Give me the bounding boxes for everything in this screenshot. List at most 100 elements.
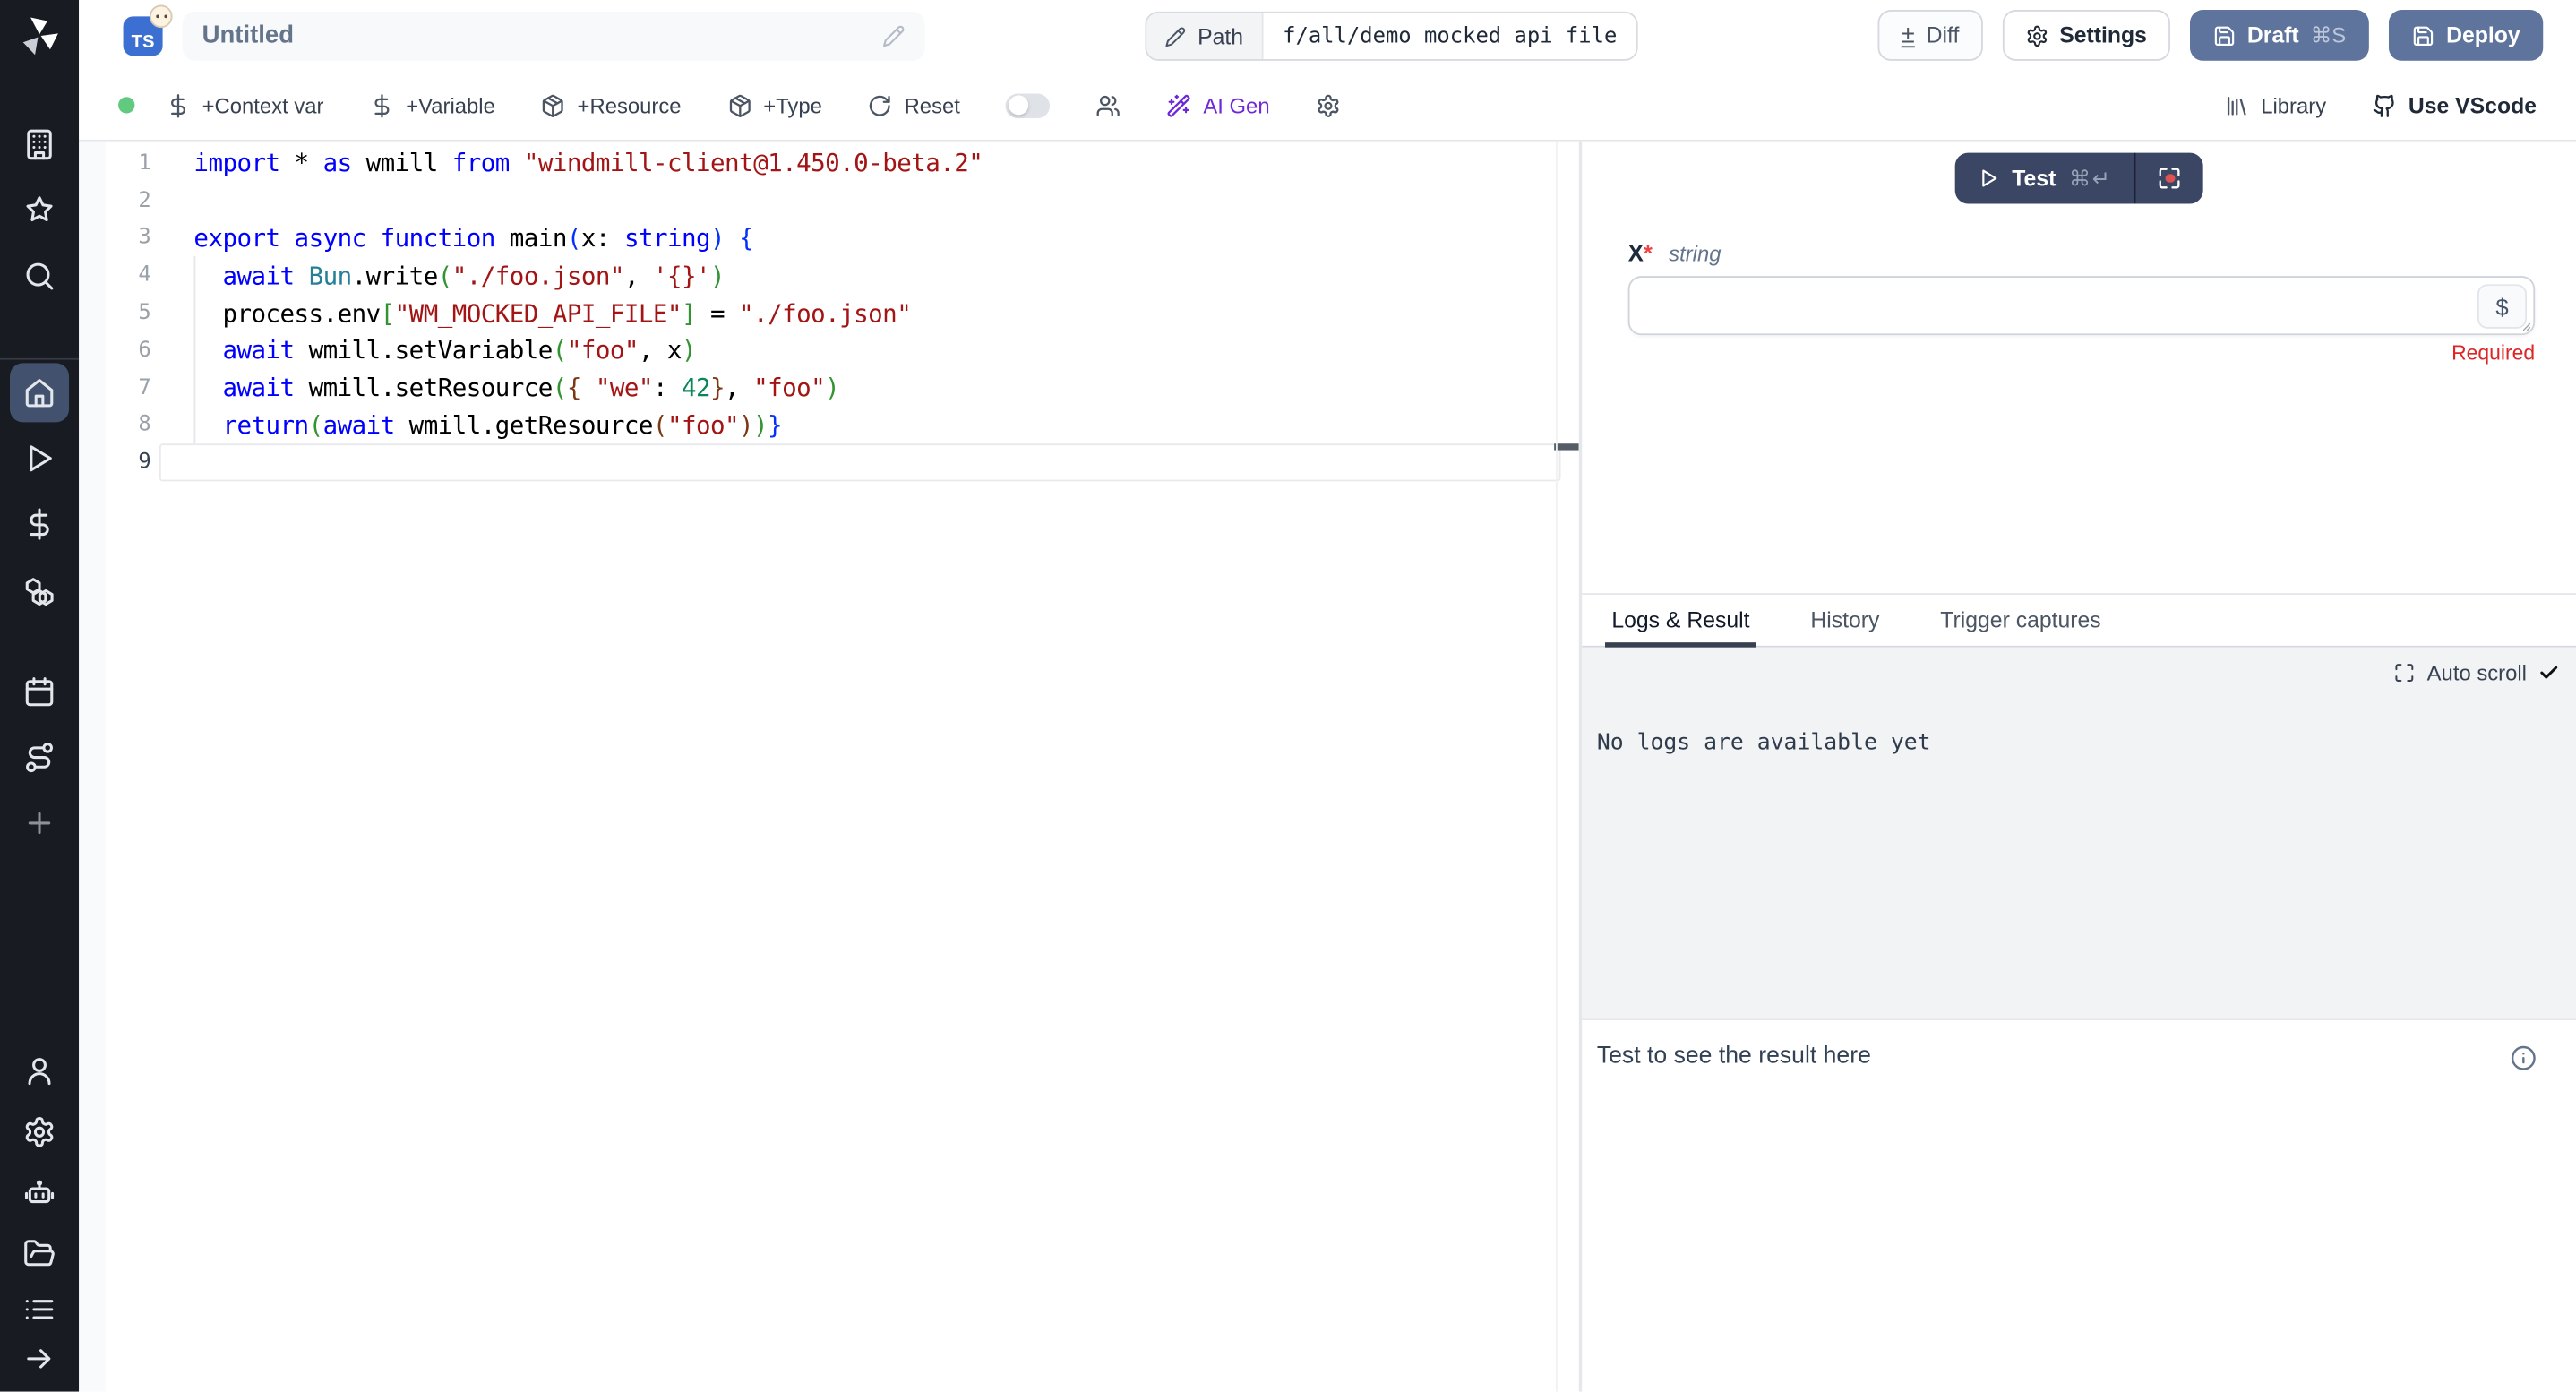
result-placeholder: Test to see the result here	[1597, 1044, 2511, 1070]
add-variable-button[interactable]: +Variable	[370, 93, 495, 118]
args-pane: Test ⌘↵ X * string	[1582, 142, 2576, 593]
list-icon	[23, 1293, 56, 1327]
sidebar-item-play[interactable]	[10, 425, 69, 491]
sidebar-item-home[interactable]	[10, 363, 69, 422]
diff-button[interactable]: ± Diff	[1878, 10, 1982, 61]
user-icon	[23, 1054, 56, 1087]
add-type-button-label: +Type	[763, 93, 822, 118]
code-line-6[interactable]: 6 await wmill.setVariable("foo", x)	[79, 331, 1579, 369]
path-value[interactable]: f/all/demo_mocked_api_file	[1263, 13, 1636, 59]
expand-icon[interactable]	[2394, 662, 2416, 683]
dollar-label: $	[2495, 293, 2508, 319]
rotate-icon	[868, 93, 893, 118]
library-button[interactable]: Library	[2225, 93, 2326, 118]
users-icon	[1096, 93, 1121, 118]
sidebar-item-user[interactable]	[10, 1040, 69, 1101]
reset-button[interactable]: Reset	[868, 93, 960, 118]
settings-button[interactable]: Settings	[2002, 10, 2170, 61]
toggle-off[interactable]	[1006, 93, 1051, 118]
reset-button-label: Reset	[905, 93, 960, 118]
arrow-right-icon	[23, 1343, 56, 1376]
play-icon	[23, 442, 56, 475]
gear-icon	[23, 1115, 56, 1148]
path-group: Path f/all/demo_mocked_api_file	[1145, 12, 1638, 61]
arg-type: string	[1669, 242, 1721, 267]
logs-pane: Auto scroll No logs are available yet	[1582, 648, 2576, 1019]
code-line-4[interactable]: 4 await Bun.write("./foo.json", '{}')	[79, 257, 1579, 295]
toolbar-right: Library Use VScode	[2225, 93, 2537, 118]
code-text: await wmill.setVariable("foo", x)	[158, 336, 696, 365]
add-context-var-button[interactable]: +Context var	[166, 93, 323, 118]
tab-trigger-captures[interactable]: Trigger captures	[1940, 595, 2100, 646]
add-resource-button[interactable]: +Resource	[541, 93, 681, 118]
code-line-3[interactable]: 3export async function main(x: string) {	[79, 219, 1579, 257]
sidebar-item-bot[interactable]	[10, 1162, 69, 1223]
indent-guide	[193, 257, 195, 444]
ai-gen-button[interactable]: AI Gen	[1167, 93, 1270, 118]
line-number: 2	[79, 188, 158, 213]
resize-grip-icon[interactable]	[2517, 317, 2532, 332]
line-number: 5	[79, 301, 158, 326]
code-line-7[interactable]: 7 await wmill.setResource({ "we": 42}, "…	[79, 369, 1579, 407]
code-editor[interactable]: 1import * as wmill from "windmill-client…	[79, 142, 1579, 1392]
diff-mode-toggle[interactable]	[1006, 93, 1051, 118]
sidebar-item-search[interactable]	[10, 243, 69, 308]
plus-icon	[23, 807, 56, 840]
edit-path-button[interactable]: Path	[1146, 13, 1263, 59]
editor-settings-button[interactable]	[1316, 93, 1341, 118]
line-number: 3	[79, 226, 158, 251]
sidebar-item-list[interactable]	[10, 1284, 69, 1336]
bun-emoji-badge	[150, 4, 173, 28]
code-text: export async function main(x: string) {	[158, 223, 753, 253]
result-pane: Test to see the result here	[1582, 1018, 2576, 1392]
sidebar-item-boxes[interactable]	[10, 557, 69, 623]
code-line-8[interactable]: 8 return(await wmill.getResource("foo"))…	[79, 407, 1579, 444]
gear-icon	[1316, 93, 1341, 118]
star-icon	[23, 193, 56, 227]
line-number: 4	[79, 263, 158, 288]
deploy-button[interactable]: Deploy	[2389, 10, 2543, 61]
draft-button[interactable]: Draft ⌘S	[2190, 10, 2369, 61]
dollar-icon	[166, 93, 191, 118]
info-icon[interactable]	[2511, 1045, 2537, 1071]
autoscroll-check-icon[interactable]	[2538, 662, 2560, 683]
gear-icon	[2025, 24, 2048, 47]
line-number: 1	[79, 151, 158, 176]
sidebar-item-plus[interactable]	[10, 790, 69, 855]
sidebar-item-folder[interactable]	[10, 1223, 69, 1284]
folder-icon	[23, 1237, 56, 1270]
use-vscode-button[interactable]: Use VScode	[2372, 93, 2537, 118]
multiplayer-button[interactable]	[1096, 93, 1121, 118]
capture-test-button[interactable]	[2134, 153, 2203, 204]
code-line-5[interactable]: 5 process.env["WM_MOCKED_API_FILE"] = ".…	[79, 295, 1579, 332]
script-args: X * string $ Required	[1582, 240, 2576, 365]
route-icon	[23, 741, 56, 774]
play-icon	[1978, 168, 1999, 189]
edit-title-pencil-icon[interactable]	[882, 24, 906, 47]
sidebar-item-building[interactable]	[10, 112, 69, 177]
autoscroll-label: Auto scroll	[2427, 660, 2527, 685]
overview-ruler-cursor	[1554, 444, 1579, 450]
sidebar-item-dollar[interactable]	[10, 491, 69, 556]
boxes-icon	[23, 573, 56, 606]
sidebar-item-gear[interactable]	[10, 1101, 69, 1162]
sidebar-item-star[interactable]	[10, 177, 69, 243]
sidebar-item-route[interactable]	[10, 725, 69, 790]
no-logs-message: No logs are available yet	[1597, 729, 2560, 755]
tab-history[interactable]: History	[1810, 595, 1879, 646]
sidebar-item-calendar[interactable]	[10, 659, 69, 725]
arg-label-row: X * string	[1628, 240, 2535, 266]
dollar-icon	[370, 93, 395, 118]
test-button[interactable]: Test ⌘↵	[1954, 153, 2134, 204]
add-type-button[interactable]: +Type	[727, 93, 822, 118]
tab-logs-result[interactable]: Logs & Result	[1611, 595, 1749, 646]
windmill-logo[interactable]	[0, 0, 79, 73]
code-line-2[interactable]: 2	[79, 182, 1579, 219]
path-label: Path	[1198, 24, 1243, 49]
line-number: 9	[79, 451, 158, 476]
arg-x-input[interactable]: $	[1628, 276, 2535, 335]
code-line-1[interactable]: 1import * as wmill from "windmill-client…	[79, 144, 1579, 182]
sidebar-item-arrow-right[interactable]	[10, 1336, 69, 1382]
script-title-field[interactable]: Untitled	[183, 11, 925, 60]
arg-required-mark: *	[1644, 240, 1653, 266]
